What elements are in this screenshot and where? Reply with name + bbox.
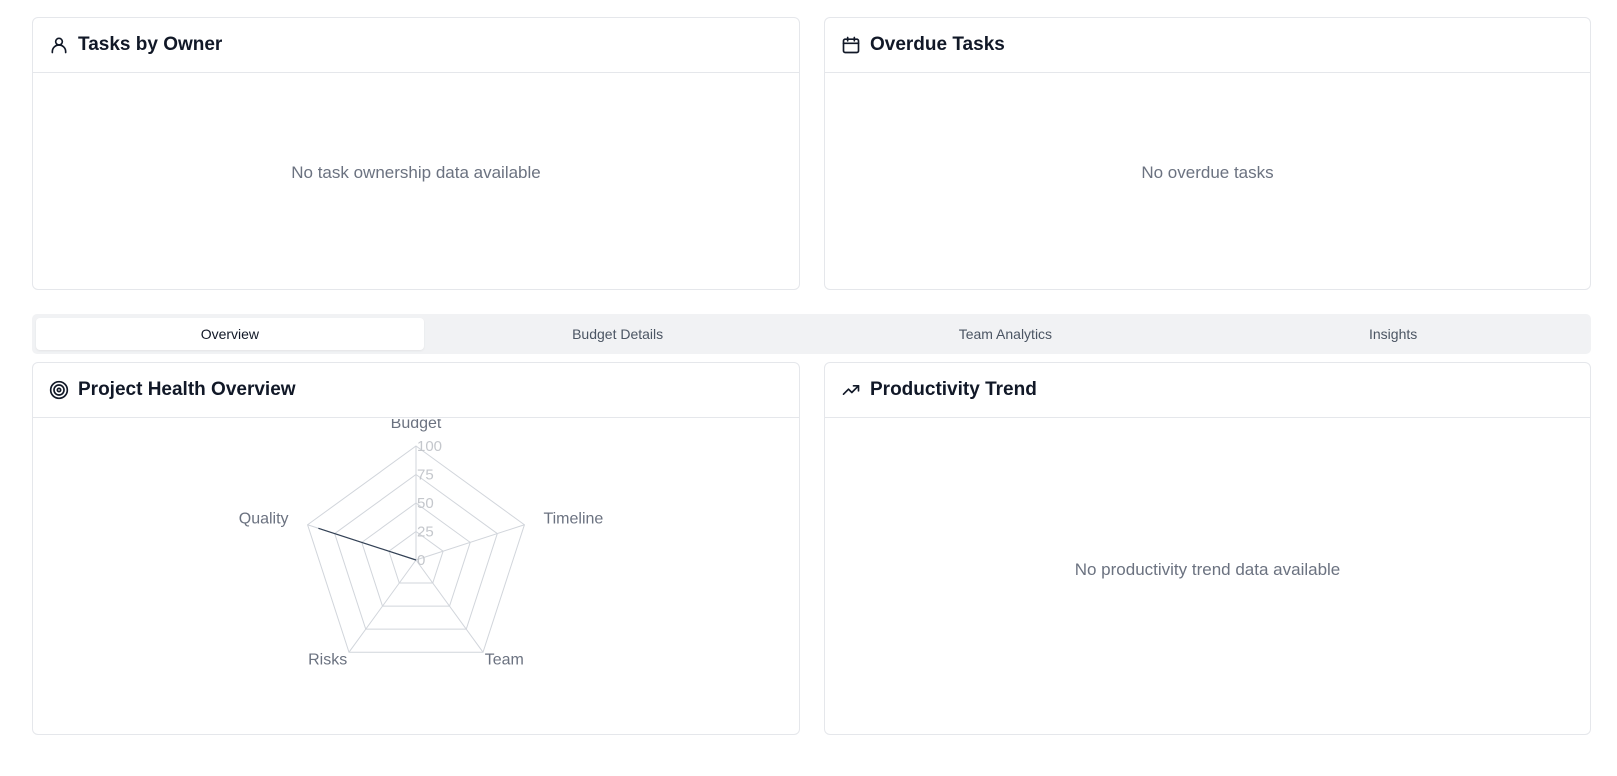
- radar-tick-label: 50: [417, 495, 434, 512]
- radar-axis-label: Team: [485, 651, 524, 668]
- overdue-tasks-card: Overdue Tasks No overdue tasks: [824, 17, 1591, 290]
- radar-axis-label: Quality: [239, 511, 289, 528]
- productivity-trend-card: Productivity Trend No productivity trend…: [824, 362, 1591, 735]
- target-icon: [49, 380, 69, 400]
- card-title: Productivity Trend: [870, 379, 1037, 400]
- trending-up-icon: [841, 380, 861, 400]
- project-health-card: Project Health Overview 0 25 50 75 100 Budget…: [32, 362, 800, 735]
- radar-axis-label: Timeline: [543, 511, 603, 528]
- radar-tick-label: 75: [417, 467, 434, 484]
- productivity-trend-header: Productivity Trend: [825, 363, 1590, 418]
- radar-tick-label: 100: [417, 438, 442, 455]
- card-title: Tasks by Owner: [78, 34, 223, 55]
- card-title: Project Health Overview: [78, 379, 296, 400]
- empty-state-message: No task ownership data available: [291, 163, 541, 182]
- radar-tick-label: 0: [417, 552, 425, 569]
- tab-team-analytics[interactable]: Team Analytics: [812, 318, 1200, 350]
- project-health-header: Project Health Overview: [33, 363, 799, 418]
- calendar-icon: [841, 35, 861, 55]
- card-title: Overdue Tasks: [870, 34, 1005, 55]
- empty-state-message: No productivity trend data available: [1074, 560, 1341, 579]
- tab-overview[interactable]: Overview: [36, 318, 424, 350]
- tab-budget-details[interactable]: Budget Details: [424, 318, 812, 350]
- tasks-by-owner-header: Tasks by Owner: [33, 18, 799, 73]
- project-health-radar-chart: 0 25 50 75 100 Budget Timeline Team Risks Quality: [239, 419, 604, 668]
- overdue-tasks-header: Overdue Tasks: [825, 18, 1590, 73]
- radar-tick-label: 25: [417, 524, 434, 541]
- radar-axis-label: Budget: [391, 419, 442, 432]
- user-icon: [49, 35, 69, 55]
- tasks-by-owner-card: Tasks by Owner No task ownership data av…: [32, 17, 800, 290]
- radar-axis-label: Risks: [308, 651, 347, 668]
- tab-insights[interactable]: Insights: [1199, 318, 1587, 350]
- empty-state-message: No overdue tasks: [1141, 163, 1274, 182]
- dashboard-tabs: Overview Budget Details Team Analytics I…: [32, 314, 1591, 354]
- radar-series: [318, 527, 417, 561]
